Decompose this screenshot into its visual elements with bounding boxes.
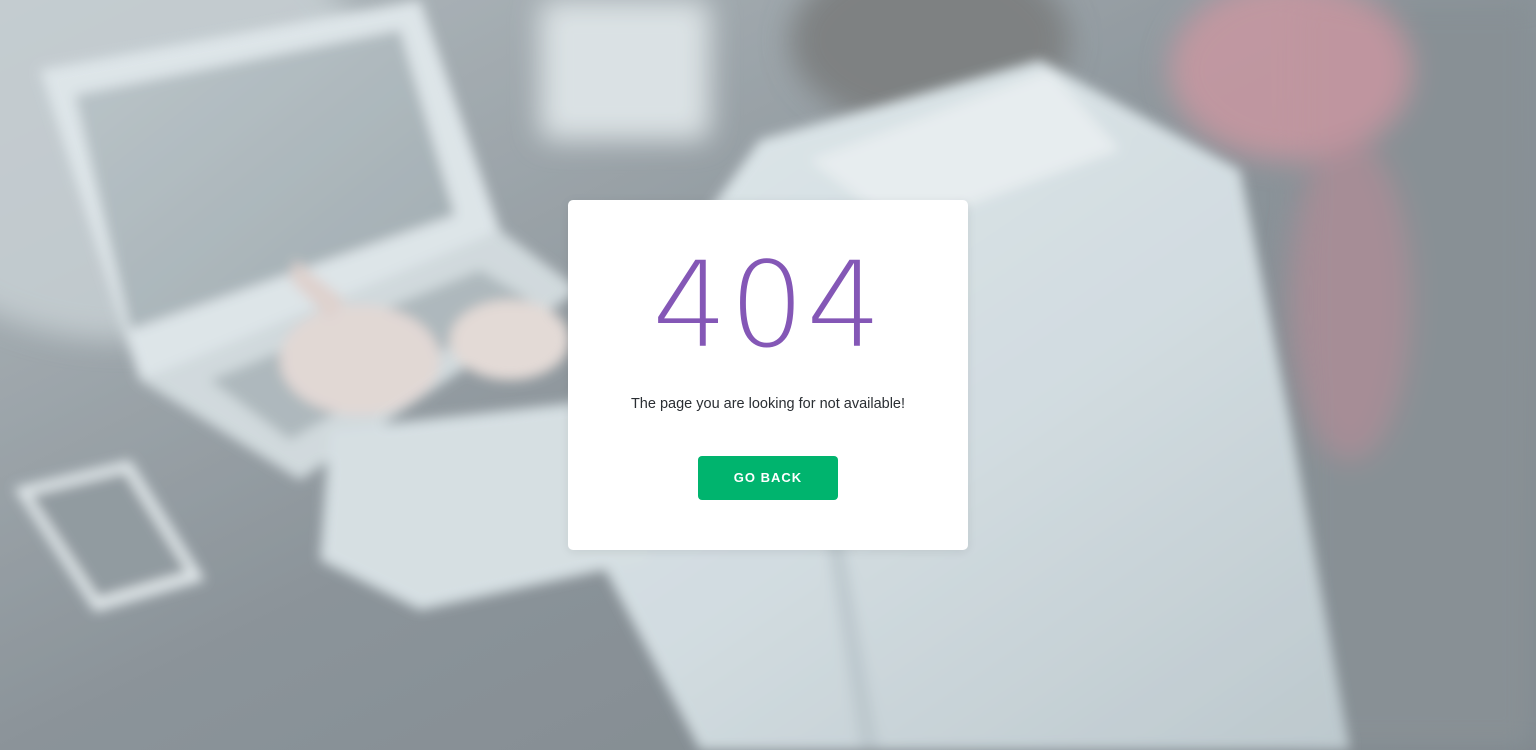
page-root: 404 The page you are looking for not ava… <box>0 0 1536 750</box>
go-back-button[interactable]: GO BACK <box>698 456 838 500</box>
error-code-heading: 404 <box>652 236 884 374</box>
error-card: 404 The page you are looking for not ava… <box>568 200 968 550</box>
error-message: The page you are looking for not availab… <box>630 396 906 412</box>
